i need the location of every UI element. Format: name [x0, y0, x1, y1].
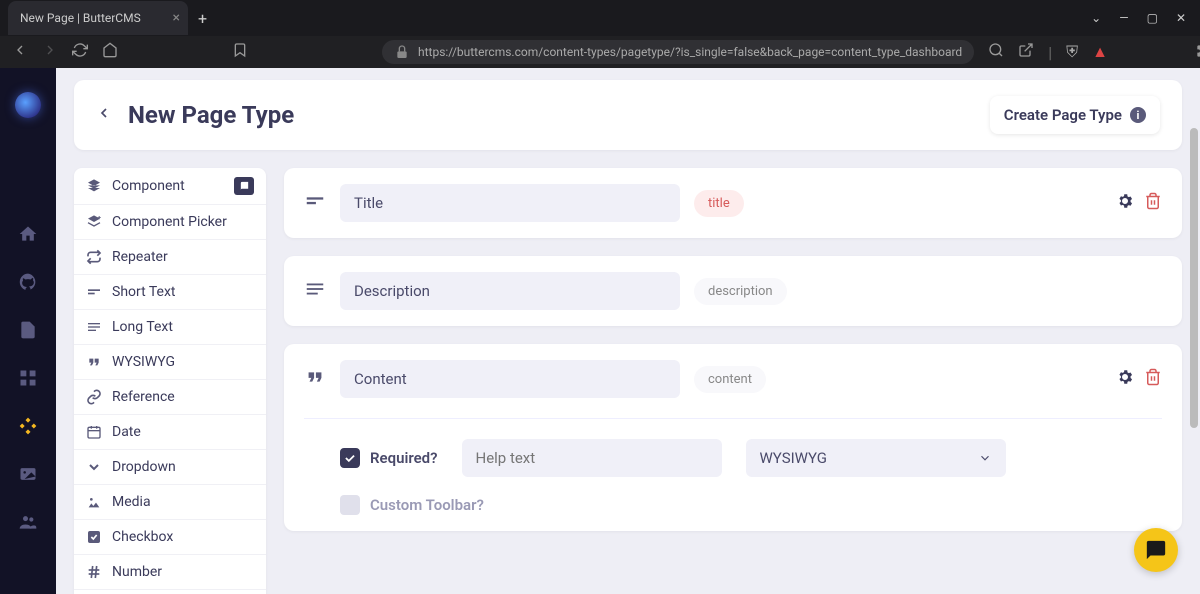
field-type-short-text[interactable]: Short Text: [74, 275, 266, 310]
library-badge-icon[interactable]: [234, 177, 254, 195]
field-type-reference[interactable]: Reference: [74, 380, 266, 415]
lock-icon: [394, 44, 410, 60]
field-card-content: content Required?: [284, 344, 1182, 531]
field-type-number[interactable]: Number: [74, 555, 266, 590]
field-types-panel: Component + Component Picker Repeater Sh…: [74, 168, 266, 594]
custom-toolbar-checkbox[interactable]: [340, 495, 360, 515]
field-slug: description: [694, 278, 787, 305]
home-icon[interactable]: [102, 42, 118, 62]
minimize-icon[interactable]: —: [1119, 11, 1128, 25]
gear-icon[interactable]: [1116, 368, 1134, 390]
nav-pages-icon[interactable]: [18, 320, 38, 340]
browser-titlebar: New Page | ButterCMS × + ⌄ — ▢ ✕: [0, 0, 1200, 36]
field-config-panel: Required? WYSIWYG Custom Toolbar?: [304, 418, 1162, 515]
chevron-down-icon[interactable]: ⌄: [1091, 11, 1101, 25]
butter-logo[interactable]: [15, 92, 41, 118]
required-label: Required?: [370, 449, 438, 467]
hash-icon: [86, 564, 102, 580]
field-type-html[interactable]: HTML: [74, 590, 266, 594]
info-icon: i: [1130, 107, 1146, 123]
field-slug: content: [694, 366, 766, 393]
share-icon[interactable]: [1018, 42, 1034, 62]
zoom-icon[interactable]: [988, 42, 1004, 62]
checkbox-icon: [86, 529, 102, 545]
chevron-down-icon: [978, 451, 992, 465]
layers-plus-icon: +: [86, 214, 102, 230]
maximize-icon[interactable]: ▢: [1147, 11, 1158, 25]
short-text-icon: [304, 190, 326, 216]
url-bar[interactable]: https://buttercms.com/content-types/page…: [382, 40, 974, 64]
app-left-rail: [0, 68, 56, 594]
field-type-wysiwyg[interactable]: WYSIWYG: [74, 345, 266, 380]
repeat-icon: [86, 249, 102, 265]
field-type-component-picker[interactable]: + Component Picker: [74, 205, 266, 240]
page-title: New Page Type: [128, 101, 294, 129]
field-slug: title: [694, 190, 744, 217]
nav-content-types-icon[interactable]: [18, 416, 38, 436]
custom-toolbar-label: Custom Toolbar?: [370, 496, 484, 514]
bookmark-icon[interactable]: [232, 42, 248, 62]
reload-icon[interactable]: [72, 42, 88, 62]
extensions-icon[interactable]: [1196, 42, 1200, 62]
fields-canvas: title description: [284, 168, 1182, 594]
nav-blog-icon[interactable]: [18, 272, 38, 292]
field-type-dropdown[interactable]: Dropdown: [74, 450, 266, 485]
field-card-title: title: [284, 168, 1182, 238]
back-icon[interactable]: [12, 42, 28, 62]
scrollbar-thumb[interactable]: [1190, 128, 1198, 428]
new-tab-button[interactable]: +: [198, 9, 207, 28]
page-header: New Page Type Create Page Type i: [74, 80, 1182, 150]
chat-fab[interactable]: [1134, 528, 1178, 572]
short-text-icon: [86, 284, 102, 300]
forward-icon[interactable]: [42, 42, 58, 62]
quote-icon: [86, 354, 102, 370]
trash-icon[interactable]: [1144, 192, 1162, 214]
required-checkbox[interactable]: [340, 448, 360, 468]
layers-icon: [86, 178, 102, 194]
quote-icon: [304, 366, 326, 392]
brave-icon[interactable]: ⛨: [1066, 42, 1078, 62]
nav-home-icon[interactable]: [18, 224, 38, 244]
browser-toolbar: https://buttercms.com/content-types/page…: [0, 36, 1200, 68]
window-controls: ⌄ — ▢ ✕: [1091, 11, 1200, 25]
calendar-icon: [86, 424, 102, 440]
gear-icon[interactable]: [1116, 192, 1134, 214]
field-name-input[interactable]: [340, 360, 680, 398]
field-type-date[interactable]: Date: [74, 415, 266, 450]
field-type-checkbox[interactable]: Checkbox: [74, 520, 266, 555]
url-text: https://buttercms.com/content-types/page…: [418, 45, 962, 59]
editor-type-select[interactable]: WYSIWYG: [746, 439, 1006, 477]
field-card-description: description: [284, 256, 1182, 326]
browser-tab[interactable]: New Page | ButterCMS ×: [8, 1, 188, 35]
media-icon: [86, 494, 102, 510]
close-tab-icon[interactable]: ×: [173, 10, 180, 26]
link-icon: [86, 389, 102, 405]
long-text-icon: [86, 319, 102, 335]
nav-collections-icon[interactable]: [18, 368, 38, 388]
create-page-type-button[interactable]: Create Page Type i: [990, 96, 1160, 134]
back-button[interactable]: [96, 105, 112, 126]
chevron-down-icon: [86, 459, 102, 475]
field-name-input[interactable]: [340, 184, 680, 222]
field-type-component[interactable]: Component: [74, 168, 266, 205]
nav-users-icon[interactable]: [18, 512, 38, 532]
warning-icon[interactable]: ▲: [1092, 42, 1108, 62]
tab-title: New Page | ButterCMS: [20, 11, 141, 25]
field-name-input[interactable]: [340, 272, 680, 310]
field-type-repeater[interactable]: Repeater: [74, 240, 266, 275]
field-type-long-text[interactable]: Long Text: [74, 310, 266, 345]
svg-text:+: +: [97, 214, 101, 222]
trash-icon[interactable]: [1144, 368, 1162, 390]
scrollbar[interactable]: [1188, 68, 1198, 594]
chat-icon: [1145, 539, 1167, 561]
help-text-input[interactable]: [462, 439, 722, 477]
main-content: New Page Type Create Page Type i Compone…: [56, 68, 1200, 594]
field-type-media[interactable]: Media: [74, 485, 266, 520]
close-window-icon[interactable]: ✕: [1176, 11, 1186, 25]
long-text-icon: [304, 278, 326, 304]
nav-media-icon[interactable]: [18, 464, 38, 484]
